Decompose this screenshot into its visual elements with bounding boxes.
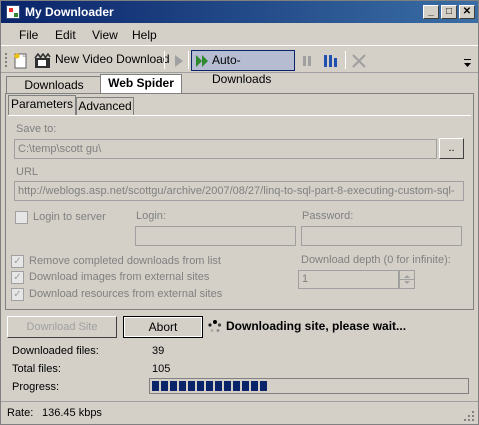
play-icon[interactable] <box>173 54 185 68</box>
menu-edit[interactable]: Edit <box>55 28 76 42</box>
depth-spinner[interactable] <box>399 270 415 289</box>
remove-completed-label: Remove completed downloads from list <box>29 255 221 267</box>
download-depth-field[interactable]: 1 <box>298 270 399 289</box>
login-to-server-checkbox[interactable] <box>15 211 28 224</box>
toolbar-separator <box>188 51 189 69</box>
rate-label: Rate: <box>7 407 34 419</box>
browse-button[interactable]: .. <box>439 138 464 159</box>
window-title: My Downloader <box>25 5 114 19</box>
menu-help[interactable]: Help <box>132 28 157 42</box>
progress-bar-fill <box>152 381 269 391</box>
tab-parameters[interactable]: Parameters <box>8 95 76 115</box>
pause-icon[interactable] <box>302 55 312 67</box>
toolbar-separator <box>345 51 346 69</box>
resize-grip-icon[interactable] <box>463 410 475 422</box>
menu-view[interactable]: View <box>92 28 118 42</box>
app-icon <box>6 5 20 19</box>
save-to-label: Save to: <box>16 123 57 135</box>
downloaded-files-label: Downloaded files: <box>12 345 99 357</box>
new-video-download-button[interactable]: New Video Download <box>55 50 170 71</box>
download-resources-label: Download resources from external sites <box>29 288 223 300</box>
progress-bar <box>149 378 469 394</box>
password-field[interactable] <box>301 226 462 246</box>
minimize-button[interactable]: _ <box>423 5 439 19</box>
subtab-divider <box>8 115 471 116</box>
maximize-button[interactable]: □ <box>441 5 457 19</box>
download-images-label: Download images from external sites <box>29 271 210 283</box>
login-to-server-label: Login to server <box>33 211 106 223</box>
password-label: Password: <box>302 210 354 222</box>
login-field[interactable] <box>135 226 296 246</box>
url-field[interactable]: http://weblogs.asp.net/scottgu/archive/2… <box>14 181 464 201</box>
new-file-icon[interactable] <box>13 53 29 69</box>
tab-downloads[interactable]: Downloads <box>6 76 102 94</box>
total-files-value: 105 <box>152 363 171 375</box>
toolbar: New Video Download Auto-Downloads <box>1 45 478 86</box>
auto-downloads-label: Auto-Downloads <box>212 53 272 86</box>
download-resources-checkbox[interactable]: ✓ <box>11 288 24 301</box>
tab-advanced[interactable]: Advanced <box>76 97 134 115</box>
save-to-field[interactable]: C:\temp\scott gu\ <box>14 139 437 159</box>
stop-icon[interactable] <box>351 53 367 69</box>
spinner-arrows-icon <box>400 275 414 284</box>
download-depth-label: Download depth (0 for infinite): <box>301 254 451 266</box>
overflow-chevron-icon[interactable] <box>463 58 472 70</box>
spinner-icon <box>208 320 222 332</box>
progress-label: Progress: <box>12 381 60 393</box>
remove-completed-checkbox[interactable]: ✓ <box>11 255 24 268</box>
title-bar[interactable]: My Downloader _ □ ✕ <box>1 1 478 23</box>
close-button[interactable]: ✕ <box>459 5 475 19</box>
new-video-icon[interactable] <box>34 53 52 69</box>
menu-bar: File Edit View Help <box>1 24 478 45</box>
download-status-text: Downloading site, please wait... <box>226 319 407 333</box>
auto-downloads-button[interactable]: Auto-Downloads <box>191 50 295 86</box>
login-label: Login: <box>136 210 166 222</box>
abort-button[interactable]: Abort <box>123 316 203 338</box>
status-bar: Rate: 136.45 kbps <box>1 401 478 424</box>
tab-web-spider[interactable]: Web Spider <box>100 74 182 94</box>
grip-icon <box>5 53 7 67</box>
download-site-button[interactable]: Download Site <box>7 316 117 338</box>
download-images-checkbox[interactable]: ✓ <box>11 271 24 284</box>
web-spider-panel: Parameters Advanced Save to: C:\temp\sco… <box>5 93 474 310</box>
rate-value: 136.45 kbps <box>42 407 102 419</box>
auto-downloads-icon <box>196 55 208 67</box>
toolbar-separator <box>164 51 165 69</box>
total-files-label: Total files: <box>12 363 61 375</box>
columns-icon[interactable] <box>323 53 339 69</box>
menu-file[interactable]: File <box>19 28 38 42</box>
url-label: URL <box>16 166 39 178</box>
downloaded-files-value: 39 <box>152 345 165 357</box>
main-window: My Downloader _ □ ✕ File Edit View Help … <box>0 0 479 425</box>
